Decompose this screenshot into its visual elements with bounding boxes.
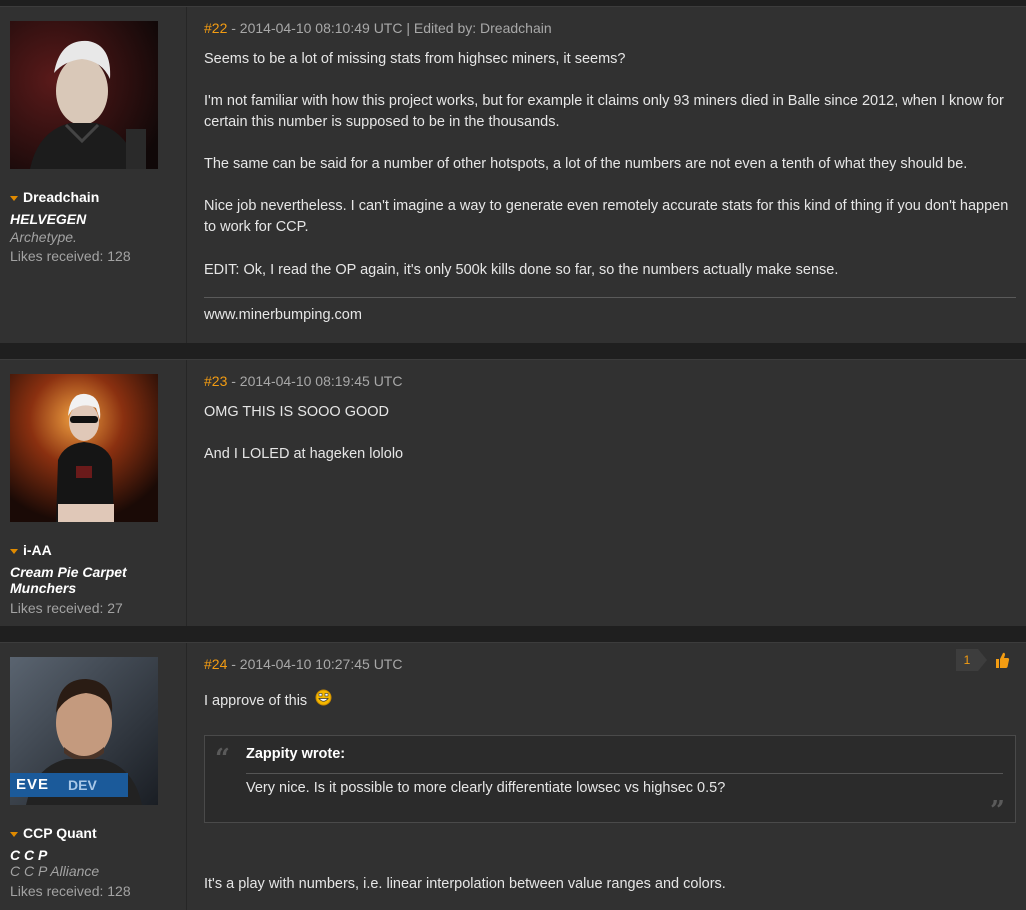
username[interactable]: Dreadchain	[10, 189, 99, 205]
quote-text: Very nice. Is it possible to more clearl…	[246, 780, 726, 796]
post-text: It's a play with numbers, i.e. linear in…	[204, 876, 726, 892]
close-quote-icon: ”	[990, 796, 1005, 826]
post-22: Dreadchain HELVEGEN Archetype. Likes rec…	[0, 6, 1026, 343]
corporation-name[interactable]: HELVEGEN	[10, 211, 170, 227]
likes-received: Likes received: 128	[10, 883, 131, 899]
signature: www.minerbumping.com	[204, 307, 362, 323]
grin-emoji-icon	[315, 689, 332, 706]
avatar[interactable]	[10, 374, 158, 522]
avatar[interactable]	[10, 21, 158, 169]
quote-block: “ Zappity wrote: Very nice. Is it possib…	[204, 735, 1016, 826]
quote-author[interactable]: Zappity wrote:	[246, 746, 345, 762]
post-author-panel: EVE DEV CCP Quant C C P C C P Alliance L…	[0, 643, 187, 910]
dev-label: DEV	[68, 777, 97, 793]
post-24: EVE DEV CCP Quant C C P C C P Alliance L…	[0, 642, 1026, 910]
eve-dev-badge: EVE DEV	[10, 773, 128, 797]
corporation-name[interactable]: C C P	[10, 847, 170, 863]
post-text: EDIT: Ok, I read the OP again, it's only…	[204, 262, 839, 278]
like-count-arrow	[978, 649, 987, 671]
post-author-panel: i-AA Cream Pie Carpet Munchers Likes rec…	[0, 360, 187, 626]
likes-received: Likes received: 27	[10, 600, 123, 616]
post-text: I approve of this	[204, 689, 1016, 712]
avatar[interactable]: EVE DEV	[10, 657, 158, 805]
post-number-link[interactable]: #22	[204, 20, 227, 36]
post-text: The same can be said for a number of oth…	[204, 156, 968, 172]
post-23: i-AA Cream Pie Carpet Munchers Likes rec…	[0, 359, 1026, 626]
username[interactable]: CCP Quant	[10, 825, 97, 841]
post-text: Seems to be a lot of missing stats from …	[204, 51, 626, 67]
eve-logo: EVE	[16, 776, 50, 793]
alliance-name[interactable]: C C P Alliance	[10, 863, 99, 879]
quote-divider	[246, 773, 1003, 774]
post-meta: #23 - 2014-04-10 08:19:45 UTC	[204, 373, 402, 389]
post-number-link[interactable]: #24	[204, 656, 227, 672]
post-meta: #24 - 2014-04-10 10:27:45 UTC	[204, 656, 402, 672]
alliance-name[interactable]: Archetype.	[10, 229, 77, 245]
post-timestamp: - 2014-04-10 10:27:45 UTC	[227, 656, 403, 672]
chevron-down-icon[interactable]	[10, 195, 18, 201]
corporation-name[interactable]: Cream Pie Carpet Munchers	[10, 564, 170, 596]
username[interactable]: i-AA	[10, 542, 52, 558]
likes-received: Likes received: 128	[10, 248, 131, 264]
post-text: And I LOLED at hageken lololo	[204, 446, 404, 462]
post-author-panel: Dreadchain HELVEGEN Archetype. Likes rec…	[0, 7, 187, 343]
post-meta: #22 - 2014-04-10 08:10:49 UTC | Edited b…	[204, 20, 552, 36]
post-timestamp: - 2014-04-10 08:10:49 UTC | Edited by: D…	[227, 20, 552, 36]
post-text: Nice job nevertheless. I can't imagine a…	[204, 198, 1009, 235]
post-text: I'm not familiar with how this project w…	[204, 93, 1004, 130]
chevron-down-icon[interactable]	[10, 548, 18, 554]
like-widget[interactable]: 1	[956, 649, 1016, 671]
open-quote-icon: “	[215, 744, 230, 774]
chevron-down-icon[interactable]	[10, 831, 18, 837]
character-portrait-icon	[10, 374, 158, 522]
post-timestamp: - 2014-04-10 08:19:45 UTC	[227, 373, 403, 389]
post-number-link[interactable]: #23	[204, 373, 227, 389]
signature-divider	[204, 297, 1016, 298]
thumbs-up-icon[interactable]	[994, 651, 1010, 669]
character-portrait-icon	[10, 21, 158, 169]
like-count: 1	[956, 649, 978, 671]
post-text: OMG THIS IS SOOO GOOD	[204, 404, 390, 420]
